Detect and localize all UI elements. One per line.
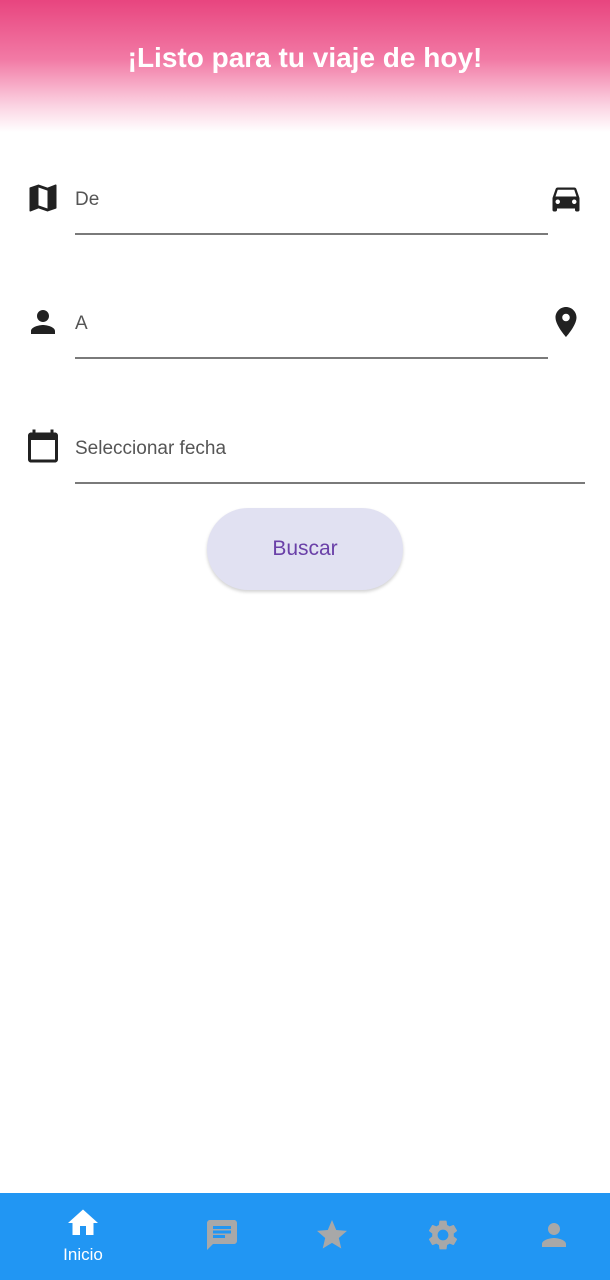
map-icon [25,180,61,216]
nav-item-home[interactable]: Inicio [28,1193,138,1280]
calendar-icon [25,428,61,464]
chat-icon [204,1217,240,1253]
car-icon[interactable] [548,180,584,216]
person-icon [25,304,61,340]
to-input[interactable]: A [75,312,88,336]
nav-item-profile[interactable] [499,1193,609,1280]
date-input[interactable]: Seleccionar fecha [75,437,226,461]
profile-icon [536,1217,572,1253]
search-button[interactable]: Buscar [207,508,403,590]
nav-item-favorites[interactable] [277,1193,387,1280]
header-banner: ¡Listo para tu viaje de hoy! [0,0,610,132]
from-input-underline [75,233,548,235]
location-pin-icon[interactable] [548,304,584,340]
date-input-underline [75,482,585,484]
nav-item-chat[interactable] [167,1193,277,1280]
nav-label-home: Inicio [63,1245,103,1264]
page-title: ¡Listo para tu viaje de hoy! [127,42,483,73]
to-input-underline [75,357,548,359]
nav-item-settings[interactable] [388,1193,498,1280]
settings-icon [425,1217,461,1253]
bottom-navigation: Inicio [0,1193,610,1280]
home-icon [65,1205,101,1241]
star-icon [314,1217,350,1253]
from-input[interactable]: De [75,188,99,212]
